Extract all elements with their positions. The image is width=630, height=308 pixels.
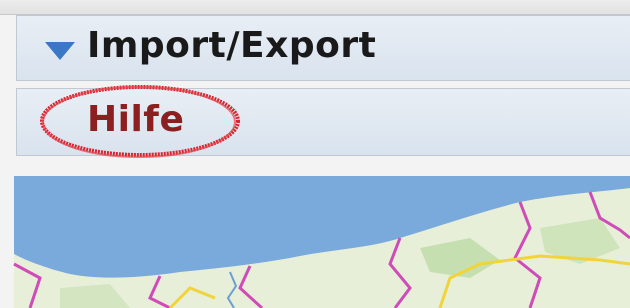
panel-label-hilfe: Hilfe [87,99,185,140]
panel-label-import-export: Import/Export [87,25,377,66]
panel-import-export[interactable]: Import/Export [16,15,630,81]
top-toolbar-strip [0,0,630,15]
map-view[interactable] [0,168,630,308]
panel-hilfe[interactable]: Hilfe [16,88,630,156]
triangle-down-icon[interactable] [45,42,75,60]
